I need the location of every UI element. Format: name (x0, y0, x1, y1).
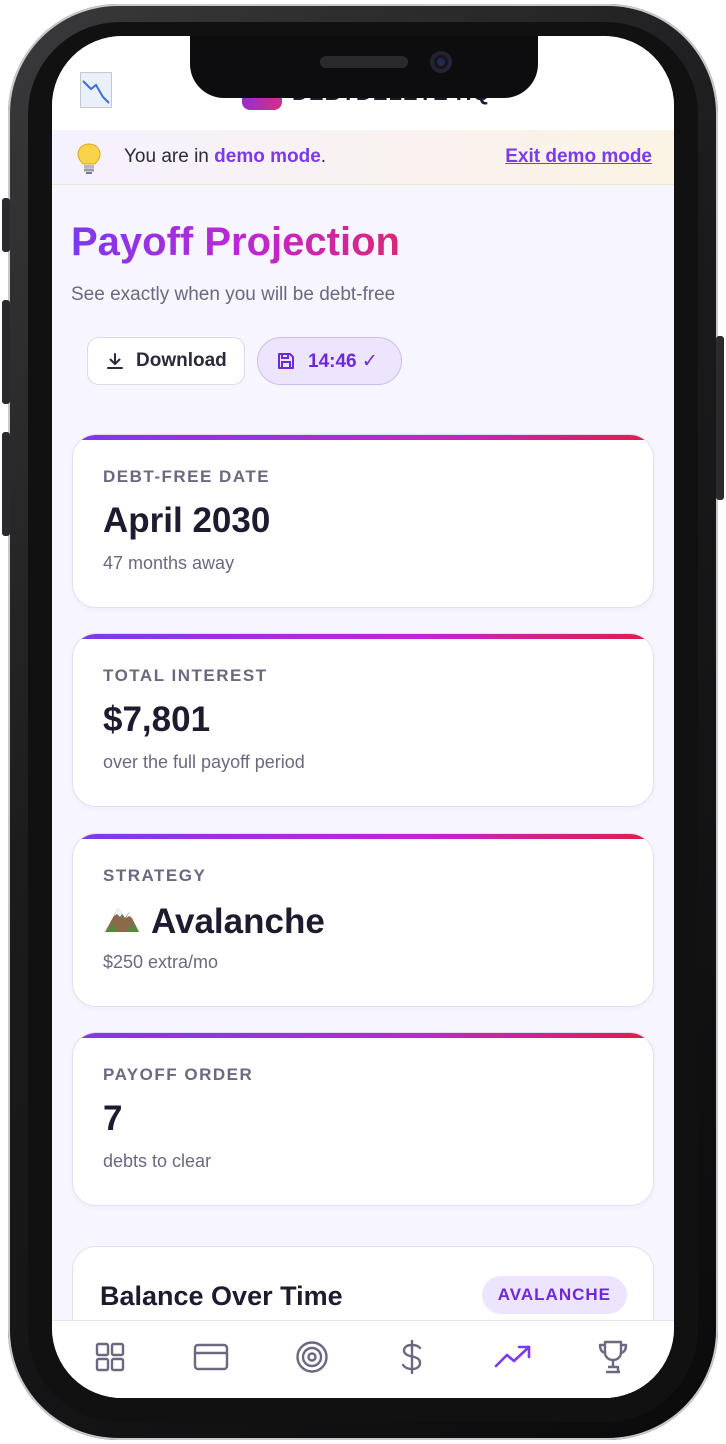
card-value: April 2030 (103, 501, 271, 540)
exit-demo-link[interactable]: Exit demo mode (505, 146, 652, 168)
card-label: DEBT-FREE DATE (103, 467, 271, 486)
target-icon (296, 1341, 328, 1373)
speaker (320, 56, 408, 68)
saved-time-label: 14:46 ✓ (308, 350, 378, 372)
card-subtext: $250 extra/mo (103, 952, 219, 972)
tab-debts[interactable] (191, 1337, 231, 1377)
card-subtext: over the full payoff period (103, 752, 305, 772)
phone-screen: DEBTDELETE HQ You are in demo mode. Exit… (52, 36, 674, 1398)
card-subtext: debts to clear (103, 1151, 212, 1171)
card-value: $7,801 (103, 700, 211, 739)
page-title: Payoff Projection (71, 220, 400, 264)
debt-free-date-card: DEBT-FREE DATE April 2030 47 months away (72, 434, 654, 608)
card-value: 7 (103, 1099, 123, 1138)
tab-projection[interactable] (493, 1337, 533, 1377)
volume-up-button (2, 300, 10, 404)
tab-goals[interactable] (292, 1337, 332, 1377)
card-label: PAYOFF ORDER (103, 1065, 254, 1084)
lightbulb-icon (76, 142, 102, 174)
download-icon (107, 353, 123, 369)
tab-achievements[interactable] (593, 1337, 633, 1377)
trending-up-icon (494, 1345, 531, 1368)
chart-title: Balance Over Time (100, 1281, 343, 1311)
card-value-row: Avalanche (103, 900, 325, 943)
card-subtext: 47 months away (103, 553, 235, 573)
trophy-icon (598, 1340, 628, 1374)
demo-suffix: . (320, 146, 327, 167)
mute-switch (2, 198, 10, 252)
tab-budget[interactable] (392, 1337, 432, 1377)
bottom-tab-bar (52, 1320, 674, 1398)
demo-highlight: demo mode (214, 146, 321, 167)
page-subtitle: See exactly when you will be debt-free (71, 284, 396, 305)
strategy-card: STRATEGY Avalanche $250 extra/mo (72, 833, 654, 1007)
strategy-badge: AVALANCHE (481, 1276, 627, 1314)
saved-status-button[interactable]: 14:46 ✓ (257, 337, 402, 385)
demo-prefix: You are in (124, 146, 215, 167)
download-button[interactable]: Download (87, 337, 245, 385)
credit-card-icon (193, 1343, 229, 1371)
tab-dashboard[interactable] (90, 1337, 130, 1377)
save-icon (278, 353, 294, 369)
demo-banner: You are in demo mode. Exit demo mode (52, 130, 674, 185)
download-label: Download (136, 350, 227, 371)
dashboard-icon (95, 1342, 125, 1372)
payoff-order-card: PAYOFF ORDER 7 debts to clear (72, 1032, 654, 1206)
card-label: TOTAL INTEREST (103, 666, 268, 685)
demo-mode-text: You are in demo mode. (124, 146, 326, 168)
broken-image-icon (80, 72, 112, 108)
card-label: STRATEGY (103, 866, 207, 885)
volume-down-button (2, 432, 10, 536)
power-button (716, 336, 724, 500)
mountain-icon (103, 900, 141, 943)
total-interest-card: TOTAL INTEREST $7,801 over the full payo… (72, 633, 654, 807)
dollar-icon (401, 1339, 422, 1375)
strategy-name: Avalanche (151, 901, 325, 941)
front-camera (430, 51, 452, 73)
notch (190, 36, 538, 98)
